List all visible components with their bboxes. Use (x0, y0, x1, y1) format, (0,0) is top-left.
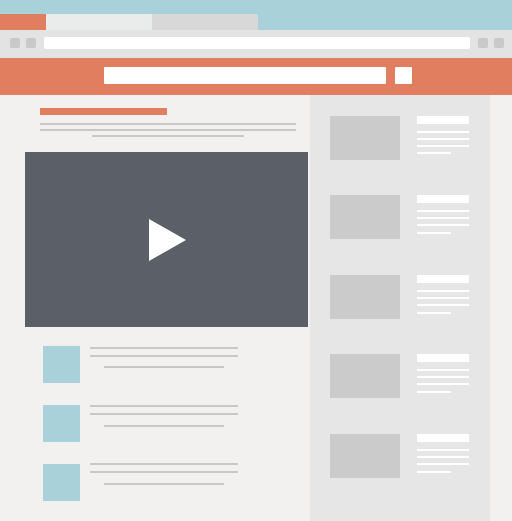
list-item-text-line (104, 366, 224, 368)
list-item-text-line (90, 471, 238, 473)
sidebar-card-text-line (417, 131, 469, 133)
sidebar-card-thumbnail[interactable] (330, 354, 400, 398)
tab-3[interactable] (152, 14, 258, 30)
list-item-thumbnail[interactable] (43, 464, 80, 501)
sidebar-card-text-line (417, 463, 469, 465)
list-item-text-line (104, 425, 224, 427)
site-search-input[interactable] (104, 67, 386, 84)
sidebar-card-text-line (417, 391, 451, 393)
page-edge (490, 95, 512, 521)
sidebar-card-text-line (417, 232, 451, 234)
bookmark-icon[interactable] (478, 38, 488, 48)
sidebar-card-thumbnail[interactable] (330, 275, 400, 319)
sidebar-card-text-line (417, 383, 469, 385)
sidebar-card-text-line (417, 217, 469, 219)
sidebar-card-text-line (417, 369, 469, 371)
address-bar-input[interactable] (44, 37, 470, 49)
sidebar-card-text-line (417, 210, 469, 212)
sidebar-card-text-line (417, 290, 469, 292)
list-item-text-line (90, 413, 238, 415)
list-item-text-line (90, 405, 238, 407)
sidebar-card-text-line (417, 376, 469, 378)
menu-icon[interactable] (494, 38, 504, 48)
sidebar-card-thumbnail[interactable] (330, 434, 400, 478)
sidebar-card-title[interactable] (417, 275, 469, 283)
list-item-thumbnail[interactable] (43, 346, 80, 383)
sidebar-card-title[interactable] (417, 354, 469, 362)
tab-1[interactable] (0, 14, 46, 30)
sidebar-card-text-line (417, 224, 469, 226)
list-item-text-line (90, 347, 238, 349)
tab-2[interactable] (46, 14, 152, 30)
sidebar-card-title[interactable] (417, 434, 469, 442)
sidebar-card-text-line (417, 145, 469, 147)
list-item-text-line (90, 463, 238, 465)
sidebar-card-text-line (417, 297, 469, 299)
list-item-text-line (90, 355, 238, 357)
sidebar-card-text-line (417, 449, 469, 451)
play-icon[interactable] (149, 219, 186, 261)
sidebar-card-thumbnail[interactable] (330, 195, 400, 239)
article-text-line (40, 123, 296, 125)
sidebar-card-text-line (417, 312, 451, 314)
article-text-line (40, 129, 296, 131)
sidebar-card-thumbnail[interactable] (330, 116, 400, 160)
search-icon[interactable] (395, 67, 412, 84)
sidebar-card-text-line (417, 152, 451, 154)
article-title (40, 108, 167, 115)
sidebar-card-text-line (417, 304, 469, 306)
sidebar-card-text-line (417, 456, 469, 458)
forward-icon[interactable] (26, 38, 36, 48)
sidebar-card-title[interactable] (417, 116, 469, 124)
sidebar-card-title[interactable] (417, 195, 469, 203)
back-icon[interactable] (10, 38, 20, 48)
sidebar-card-text-line (417, 471, 451, 473)
article-text-line (92, 135, 244, 137)
sidebar-card-text-line (417, 138, 469, 140)
list-item-text-line (104, 483, 224, 485)
list-item-thumbnail[interactable] (43, 405, 80, 442)
